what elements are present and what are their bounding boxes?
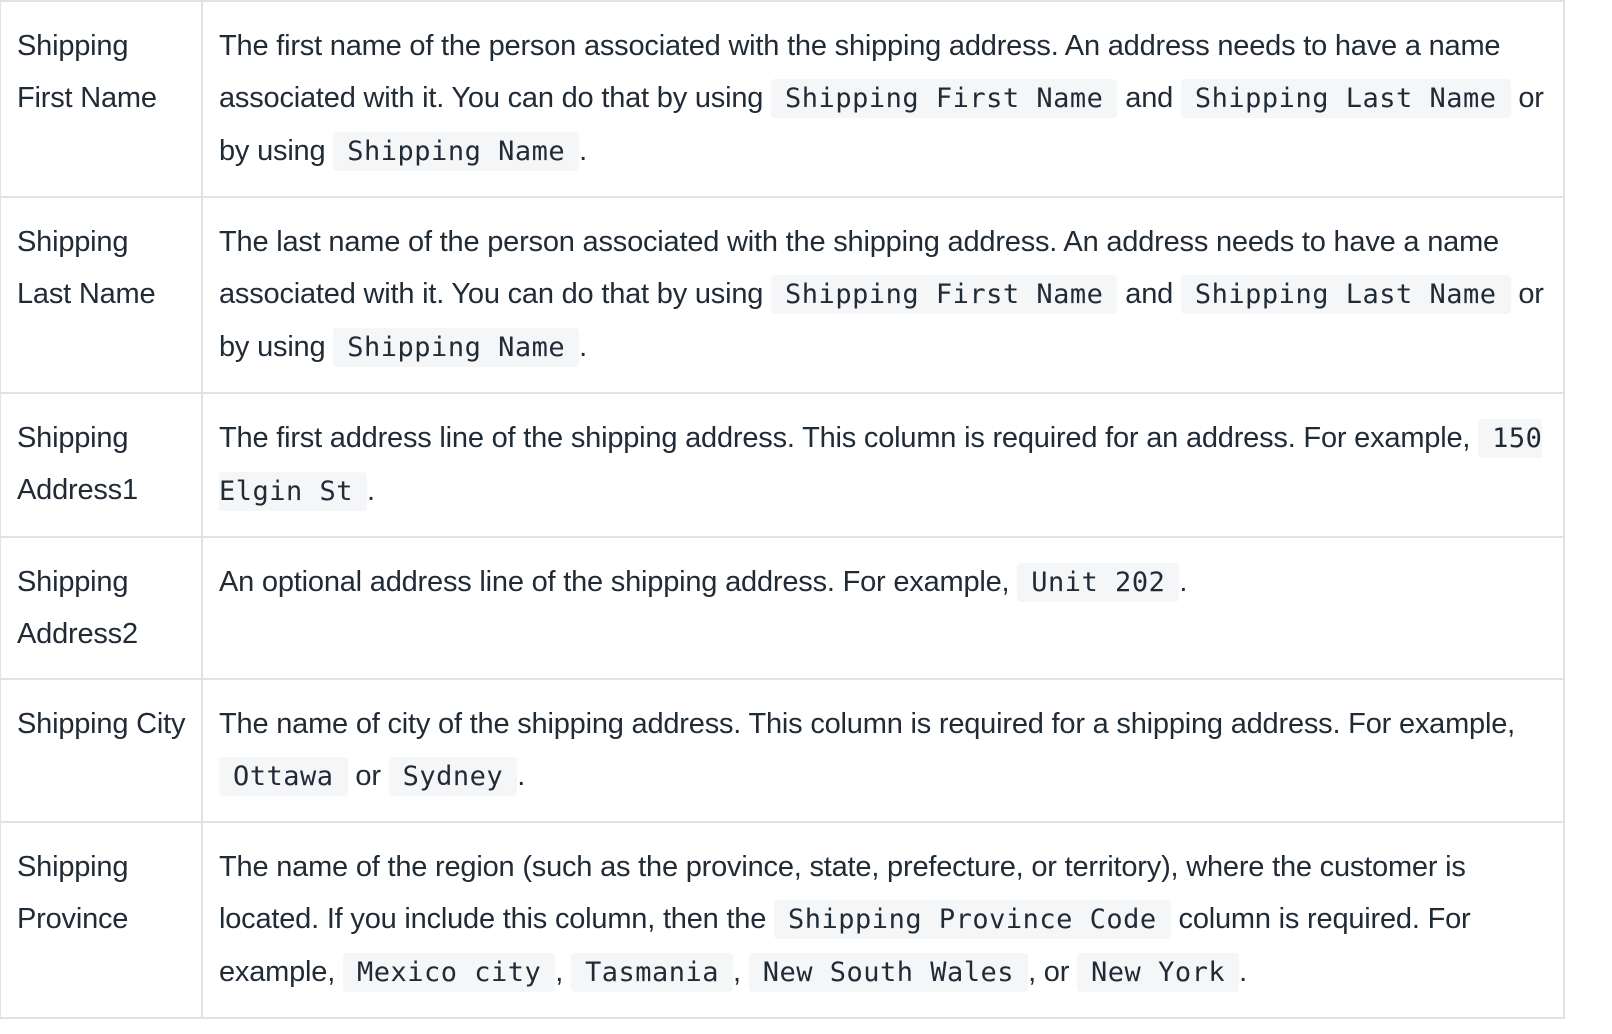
description-text: An optional address line of the shipping… xyxy=(219,566,1018,598)
inline-code: Sydney xyxy=(388,757,518,796)
inline-code: Shipping First Name xyxy=(771,275,1118,314)
field-description-cell: The first name of the person associated … xyxy=(201,0,1565,198)
inline-code: New South Wales xyxy=(748,953,1029,992)
description-text: and xyxy=(1117,82,1181,114)
inline-code: Shipping Last Name xyxy=(1180,79,1511,118)
description-text: or xyxy=(347,760,389,792)
field-name-cell: Shipping Province xyxy=(0,821,203,1019)
description-text: . xyxy=(1239,956,1247,988)
shipping-columns-table: Shipping First Name The first name of the… xyxy=(0,0,1565,1019)
table-row: Shipping Address1 The first address line … xyxy=(0,392,1565,538)
description-text: , or xyxy=(1028,956,1078,988)
description-text: . xyxy=(579,135,587,167)
field-description-cell: The name of city of the shipping address… xyxy=(201,678,1565,823)
field-name-cell: Shipping Last Name xyxy=(0,196,203,394)
inline-code: Shipping Name xyxy=(333,328,580,367)
description-text: . xyxy=(1179,566,1188,598)
description-text: The first address line of the shipping a… xyxy=(219,422,1479,454)
table-body: Shipping First Name The first name of the… xyxy=(0,0,1565,1019)
table-row: Shipping Province The name of the region … xyxy=(0,821,1565,1019)
description-text: , xyxy=(555,956,571,988)
description-text: and xyxy=(1117,278,1181,310)
description-text: . xyxy=(517,760,526,792)
field-description-cell: The name of the region (such as the prov… xyxy=(201,821,1565,1019)
table-row: Shipping City The name of city of the shi… xyxy=(0,678,1565,823)
inline-code: Tasmania xyxy=(570,953,734,992)
description-text: , xyxy=(733,956,749,988)
inline-code: Unit 202 xyxy=(1017,563,1180,602)
inline-code: Mexico city xyxy=(342,953,556,992)
field-description-cell: The first address line of the shipping a… xyxy=(201,392,1565,538)
field-description-cell: An optional address line of the shipping… xyxy=(201,536,1565,680)
inline-code: Shipping Province Code xyxy=(774,900,1171,939)
table-row: Shipping Last Name The last name of the p… xyxy=(0,196,1565,394)
inline-code: Shipping First Name xyxy=(771,79,1118,118)
field-name-cell: Shipping Address1 xyxy=(0,392,203,538)
field-name-cell: Shipping First Name xyxy=(0,0,203,198)
description-text: . xyxy=(579,331,587,363)
description-text: . xyxy=(367,475,375,507)
field-name-cell: Shipping City xyxy=(0,678,203,823)
field-description-cell: The last name of the person associated w… xyxy=(201,196,1565,394)
inline-code: Shipping Last Name xyxy=(1180,275,1511,314)
table-row: Shipping First Name The first name of the… xyxy=(0,0,1565,198)
field-name-cell: Shipping Address2 xyxy=(0,536,203,680)
inline-code: New York xyxy=(1077,953,1240,992)
inline-code: Shipping Name xyxy=(333,132,580,171)
description-text: The name of city of the shipping address… xyxy=(219,708,1516,740)
table-row: Shipping Address2 An optional address lin… xyxy=(0,536,1565,680)
inline-code: Ottawa xyxy=(219,757,348,796)
